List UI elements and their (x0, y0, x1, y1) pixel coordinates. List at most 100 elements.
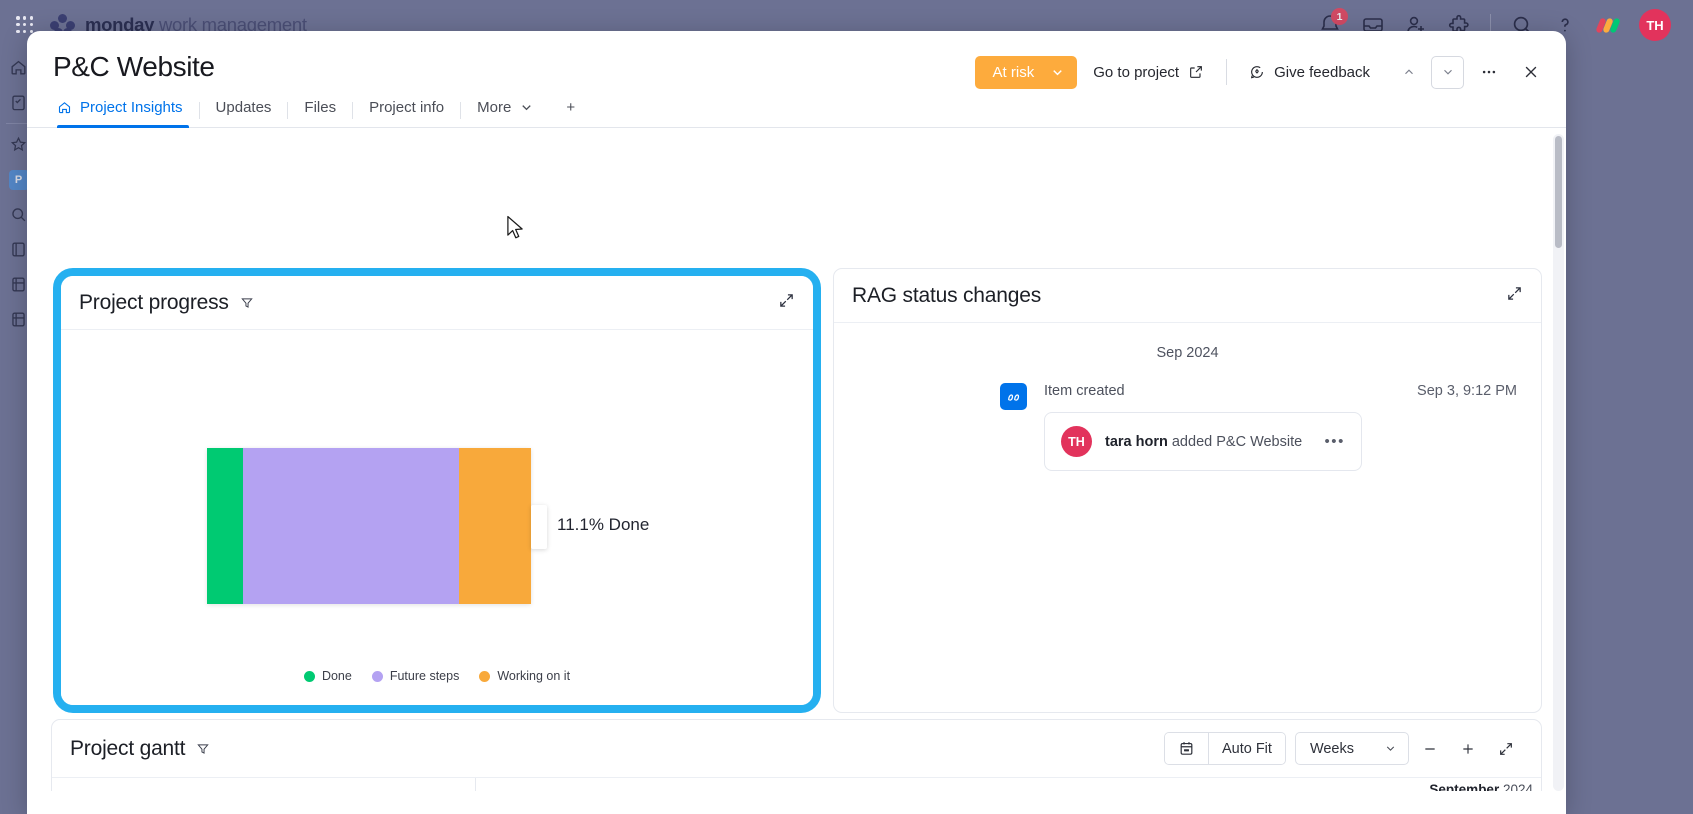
insights-board: Project progress 11.1% Done Done Future … (27, 128, 1566, 791)
plus-icon (1463, 743, 1473, 754)
gantt-row-headers: ⌄ ⌃ Planning (52, 778, 476, 791)
previous-item-button[interactable] (1392, 55, 1425, 89)
workspace-badge: P (8, 169, 29, 190)
add-tab-button[interactable]: + (550, 93, 591, 127)
notification-badge: 1 (1331, 8, 1348, 25)
tab-label: Project Insights (80, 99, 183, 116)
gantt-zoom-value: Weeks (1309, 740, 1354, 757)
close-modal-button[interactable] (1514, 55, 1548, 89)
tab-bar: Project Insights Updates Files Project i… (27, 83, 1566, 128)
gantt-month-row: September 2024 (476, 778, 1541, 791)
monday-item-icon (1000, 383, 1027, 410)
funnel-filter-icon[interactable] (240, 296, 254, 310)
widget-header: Project gantt Auto Fit Weeks (52, 720, 1541, 778)
board-scrollbar[interactable] (1553, 134, 1564, 791)
legend-label: Future steps (389, 669, 460, 683)
legend-swatch (479, 670, 491, 682)
monday-logo-icon[interactable] (1595, 15, 1621, 35)
chevron-down-icon (1443, 69, 1452, 75)
chevron-up-icon (1404, 69, 1413, 75)
feedback-icon (1251, 66, 1264, 79)
gantt-timeline: September 2024 W35 26 - 1 Sep W36 2 - 8 … (476, 778, 1541, 791)
widget-title: RAG status changes (852, 283, 1041, 307)
legend-label: Working on it (497, 669, 571, 683)
calendar-today-icon[interactable] (1164, 733, 1208, 764)
bar-label-connector (531, 505, 547, 549)
widget-body: 11.1% Done Done Future steps Working on … (61, 330, 813, 705)
next-item-button[interactable] (1431, 55, 1464, 89)
zoom-in-button[interactable] (1451, 732, 1485, 765)
give-feedback-button[interactable]: Give feedback (1233, 56, 1386, 89)
fullscreen-icon[interactable] (1489, 732, 1523, 765)
funnel-filter-icon[interactable] (196, 742, 210, 756)
chart-legend: Done Future steps Working on it (61, 669, 813, 683)
progress-chart: 11.1% Done Done Future steps Working on … (61, 330, 813, 705)
avatar[interactable]: TH (1639, 9, 1671, 41)
modal-header: P&C Website At risk Go to project Give f… (27, 31, 1566, 89)
widget-header: RAG status changes (834, 269, 1541, 323)
legend-label: Done (321, 669, 352, 683)
avatar: TH (1061, 426, 1092, 457)
tab-label: Files (304, 99, 337, 116)
expand-icon[interactable] (778, 292, 795, 314)
feed-month-label: Sep 2024 (1156, 345, 1219, 361)
tab-label: Updates (215, 99, 272, 116)
expand-icon[interactable] (1506, 285, 1523, 307)
bar-segment-working-on-it[interactable] (459, 448, 531, 604)
tab-label: More (477, 99, 512, 116)
header-actions: At risk Go to project Give feedback (974, 55, 1548, 89)
activity-menu-button[interactable]: ••• (1324, 433, 1345, 450)
more-options-button[interactable] (1472, 55, 1506, 89)
activity-description: tara horn added P&C Website (1105, 434, 1302, 450)
project-detail-modal: P&C Website At risk Go to project Give f… (27, 31, 1566, 814)
activity-card[interactable]: TH tara horn added P&C Website ••• (1044, 412, 1362, 471)
project-progress-widget: Project progress 11.1% Done Done Future … (61, 276, 813, 705)
activity-content: Item created Sep 3, 9:12 PM TH tara horn… (1027, 383, 1541, 471)
tab-project-info[interactable]: Project info (353, 93, 460, 127)
widget-title: Project progress (79, 290, 229, 314)
chevron-down-icon (1053, 69, 1062, 75)
gantt-zoom-select[interactable]: Weeks (1294, 732, 1409, 765)
project-gantt-widget: Project gantt Auto Fit Weeks September 2… (51, 719, 1542, 791)
chevron-down-icon (522, 105, 532, 111)
tab-project-insights[interactable]: Project Insights (53, 93, 199, 128)
give-feedback-label: Give feedback (1274, 63, 1370, 81)
status-label: At risk (992, 63, 1035, 81)
activity-actor: tara horn (1105, 433, 1168, 450)
bar-segment-future-steps[interactable] (242, 448, 460, 604)
header-divider (1226, 59, 1228, 85)
tab-updates[interactable]: Updates (200, 93, 288, 127)
bar-segment-done[interactable] (207, 448, 243, 604)
gantt-fit-group: Auto Fit (1163, 732, 1286, 765)
gantt-header-cell: ⌄ ⌃ (52, 778, 475, 791)
gantt-month-label: September 2024 (1429, 782, 1533, 791)
home-icon (58, 102, 71, 114)
gantt-month-year: 2024 (1499, 782, 1533, 791)
auto-fit-button[interactable]: Auto Fit (1207, 733, 1285, 764)
widget-header: Project progress (61, 276, 813, 330)
external-link-icon (1190, 66, 1203, 78)
scrollbar-thumb[interactable] (1555, 136, 1562, 248)
project-progress-widget-selection[interactable]: Project progress 11.1% Done Done Future … (53, 268, 821, 713)
legend-item-future-steps[interactable]: Future steps (371, 669, 460, 683)
legend-swatch (303, 670, 315, 682)
legend-item-working-on-it[interactable]: Working on it (479, 669, 570, 683)
chevron-down-icon (1386, 746, 1395, 751)
ellipsis-icon (1482, 70, 1496, 74)
gantt-month-name: September (1429, 782, 1500, 791)
widget-body: Sep 2024 Item created Sep 3, 9:12 PM TH … (834, 323, 1541, 712)
status-badge[interactable]: At risk (974, 55, 1078, 89)
tab-label: Project info (369, 99, 445, 116)
tab-files[interactable]: Files (288, 93, 352, 127)
rag-status-changes-widget: RAG status changes Sep 2024 Item created… (833, 268, 1542, 713)
go-to-project-link[interactable]: Go to project (1077, 56, 1220, 89)
tab-more[interactable]: More (461, 93, 550, 127)
stacked-progress-bar[interactable] (207, 448, 531, 604)
zoom-out-button[interactable] (1413, 732, 1447, 765)
minus-icon (1425, 747, 1435, 750)
activity-entry: Item created Sep 3, 9:12 PM TH tara horn… (834, 383, 1541, 471)
legend-item-done[interactable]: Done (303, 669, 352, 683)
gantt-grid: ⌄ ⌃ Planning September 2024 (52, 778, 1541, 791)
legend-swatch (371, 670, 383, 682)
activity-timestamp: Sep 3, 9:12 PM (1417, 383, 1517, 399)
